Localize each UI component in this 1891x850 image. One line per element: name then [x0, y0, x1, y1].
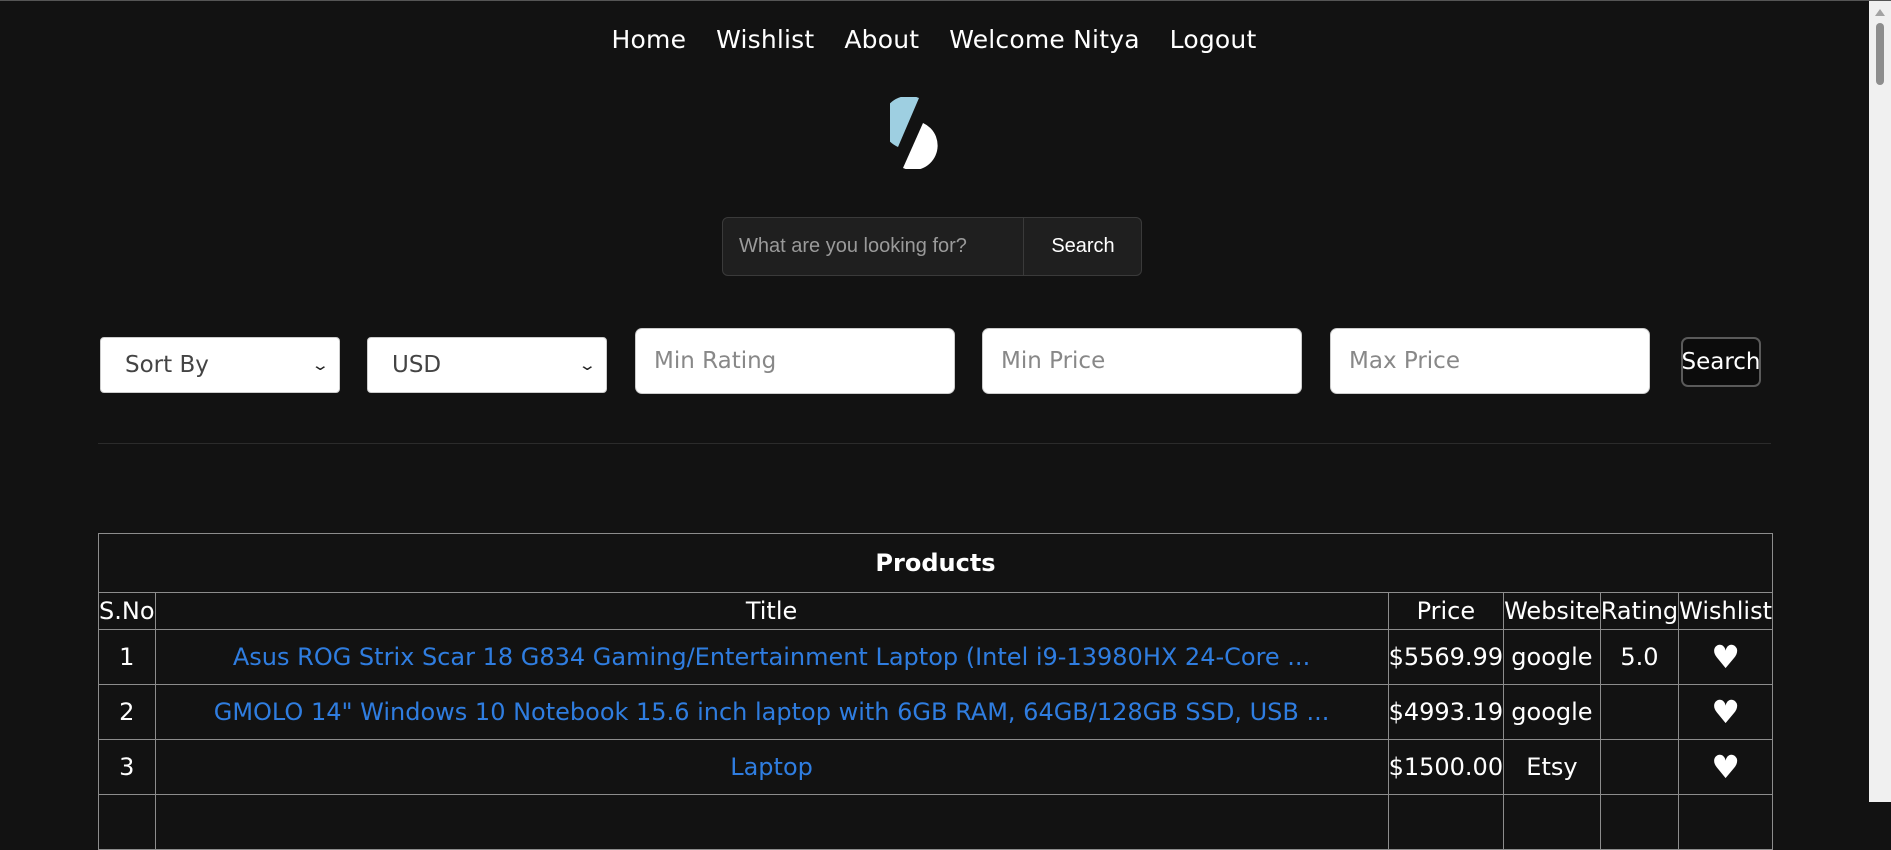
row-rating: 5.0	[1599, 629, 1680, 685]
product-title-link[interactable]: GMOLO 14" Windows 10 Notebook 15.6 inch …	[214, 698, 1330, 726]
column-header-title: Title	[154, 592, 1389, 630]
nav-welcome-link[interactable]: Welcome Nitya	[949, 25, 1139, 54]
chevron-down-icon: ⌄	[311, 356, 331, 374]
nav-about-link[interactable]: About	[844, 25, 919, 54]
min-price-input[interactable]: Min Price	[982, 328, 1302, 394]
column-header-sno: S.No	[98, 592, 156, 630]
row-rating	[1599, 684, 1680, 740]
column-header-website: Website	[1503, 592, 1601, 630]
chevron-down-icon: ⌄	[578, 356, 598, 374]
table-caption: Products	[98, 533, 1773, 593]
heart-icon[interactable]: ♥	[1711, 693, 1740, 731]
table-row: 1 Asus ROG Strix Scar 18 G834 Gaming/Ent…	[98, 629, 1773, 685]
mouse-cursor-icon	[528, 362, 534, 380]
nav-wishlist-link[interactable]: Wishlist	[716, 25, 814, 54]
search-bar: Search	[722, 217, 1142, 276]
table-row: 2 GMOLO 14" Windows 10 Notebook 15.6 inc…	[98, 684, 1773, 740]
column-header-wishlist: Wishlist	[1678, 592, 1773, 630]
heart-icon[interactable]: ♥	[1711, 638, 1740, 676]
row-price: $4993.19	[1387, 684, 1505, 740]
currency-select[interactable]: USD ⌄	[367, 337, 607, 393]
product-title-link[interactable]: Laptop	[730, 753, 813, 781]
row-website: Etsy	[1503, 739, 1601, 795]
row-website: google	[1503, 629, 1601, 685]
filter-search-button[interactable]: Search	[1681, 337, 1761, 387]
search-input[interactable]	[723, 218, 1023, 275]
search-button[interactable]: Search	[1023, 218, 1142, 275]
top-nav: Home Wishlist About Welcome Nitya Logout	[0, 25, 1868, 54]
heart-icon[interactable]: ♥	[1711, 748, 1740, 786]
table-row	[98, 794, 1773, 850]
split-circle-logo-icon	[890, 97, 938, 169]
row-sno: 1	[98, 629, 156, 685]
row-website: google	[1503, 684, 1601, 740]
scroll-up-arrow-icon[interactable]	[1875, 9, 1885, 16]
min-rating-input[interactable]: Min Rating	[635, 328, 955, 394]
row-sno: 3	[98, 739, 156, 795]
row-rating	[1599, 739, 1680, 795]
nav-home-link[interactable]: Home	[612, 25, 687, 54]
row-price: $5569.99	[1387, 629, 1505, 685]
sort-by-select[interactable]: Sort By ⌄	[100, 337, 340, 393]
max-price-input[interactable]: Max Price	[1330, 328, 1650, 394]
scrollbar-thumb[interactable]	[1876, 23, 1884, 85]
vertical-scrollbar[interactable]	[1869, 1, 1891, 802]
column-header-rating: Rating	[1599, 592, 1680, 630]
table-row: 3 Laptop $1500.00 Etsy ♥	[98, 739, 1773, 795]
nav-logout-link[interactable]: Logout	[1170, 25, 1257, 54]
sort-by-value: Sort By	[125, 352, 209, 378]
column-header-price: Price	[1387, 592, 1505, 630]
products-table: Products S.No Title Price Website Rating…	[98, 533, 1773, 850]
row-sno: 2	[98, 684, 156, 740]
divider	[98, 443, 1771, 444]
row-price: $1500.00	[1387, 739, 1505, 795]
product-title-link[interactable]: Asus ROG Strix Scar 18 G834 Gaming/Enter…	[233, 643, 1310, 671]
currency-value: USD	[392, 352, 442, 378]
